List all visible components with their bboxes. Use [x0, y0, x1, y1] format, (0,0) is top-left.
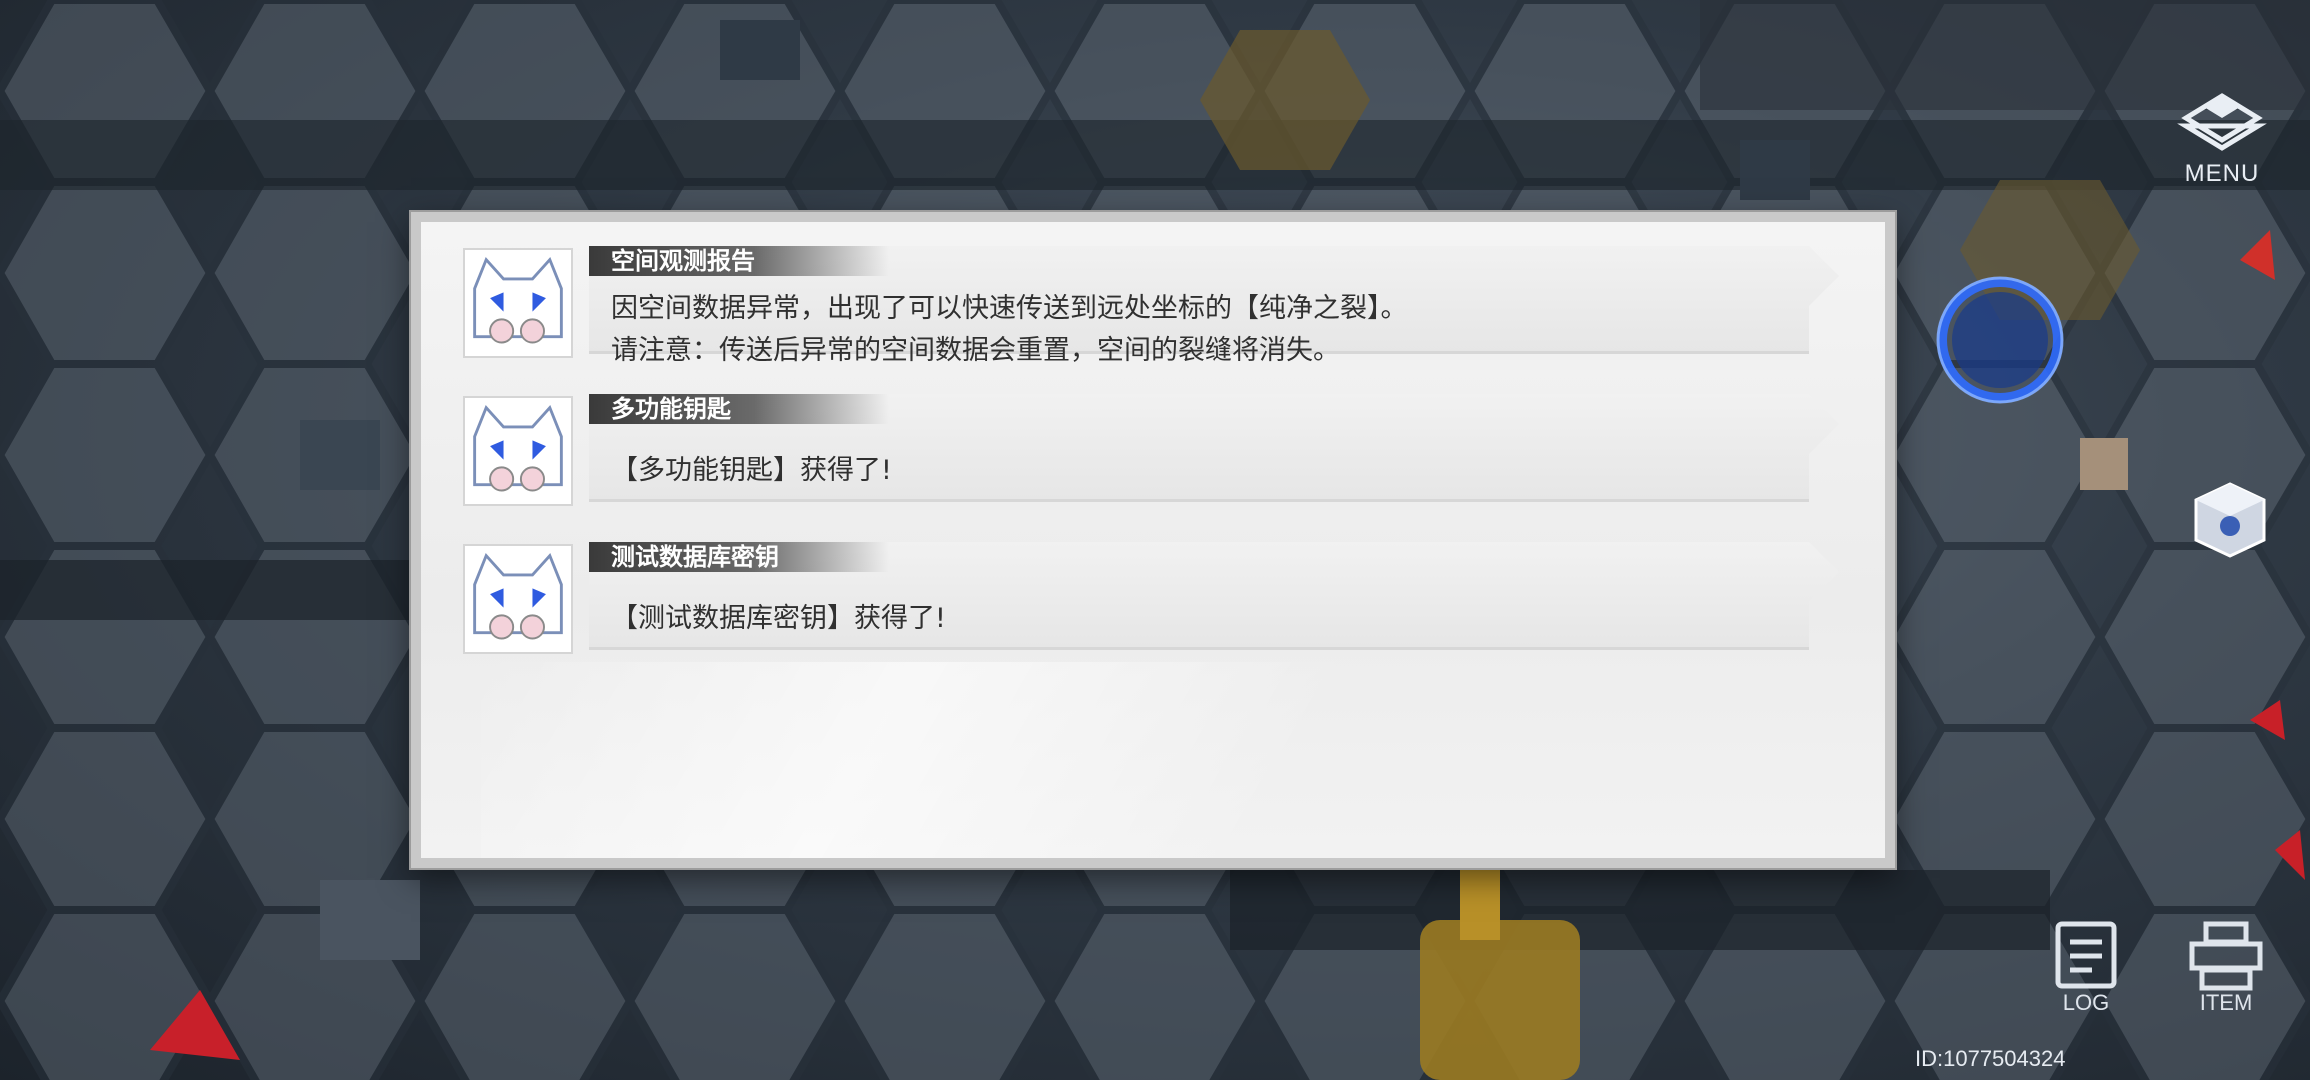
menu-label: MENU	[2184, 160, 2260, 187]
report-entry-text: 因空间数据异常，出现了可以快速传送到远处坐标的【纯净之裂】。	[611, 293, 1408, 324]
report-entry-text: 【测试数据库密钥】获得了!	[611, 603, 946, 634]
document-icon	[2055, 921, 2117, 989]
cat-mascot-icon	[463, 544, 573, 654]
report-entry-title: 测试数据库密钥	[589, 542, 889, 572]
report-entry-text: 请注意：传送后异常的空间数据会重置，空间的裂缝将消失。	[611, 335, 1340, 366]
game-stage: MENU 空间观测报告 因空间数据异常，出现了可以快速传送到远处坐标的【纯净之裂…	[0, 0, 2310, 1080]
printer-tray-icon	[2189, 921, 2263, 991]
report-entry-title: 空间观测报告	[589, 246, 889, 276]
report-panel: 空间观测报告 因空间数据异常，出现了可以快速传送到远处坐标的【纯净之裂】。 请注…	[411, 212, 1895, 868]
item-button[interactable]: ITEM	[2176, 918, 2276, 1028]
report-entry: 测试数据库密钥 【测试数据库密钥】获得了!	[463, 532, 1843, 654]
item-label: ITEM	[2199, 990, 2253, 1015]
log-button[interactable]: LOG	[2036, 918, 2136, 1028]
report-entry-text: 【多功能钥匙】获得了!	[611, 455, 892, 486]
cat-mascot-icon	[463, 396, 573, 506]
player-cube-token-icon[interactable]	[2190, 480, 2270, 560]
cat-mascot-icon	[463, 248, 573, 358]
report-entry: 多功能钥匙 【多功能钥匙】获得了!	[463, 384, 1843, 506]
diamond-cube-icon	[2177, 93, 2267, 151]
log-label: LOG	[2062, 990, 2110, 1015]
menu-button[interactable]: MENU	[2172, 92, 2272, 192]
player-id-text: ID:1077504324	[1915, 1046, 2066, 1071]
portal-ring-icon[interactable]	[1930, 270, 2070, 410]
report-entry-title: 多功能钥匙	[589, 394, 889, 424]
report-entry: 空间观测报告 因空间数据异常，出现了可以快速传送到远处坐标的【纯净之裂】。 请注…	[463, 236, 1843, 366]
